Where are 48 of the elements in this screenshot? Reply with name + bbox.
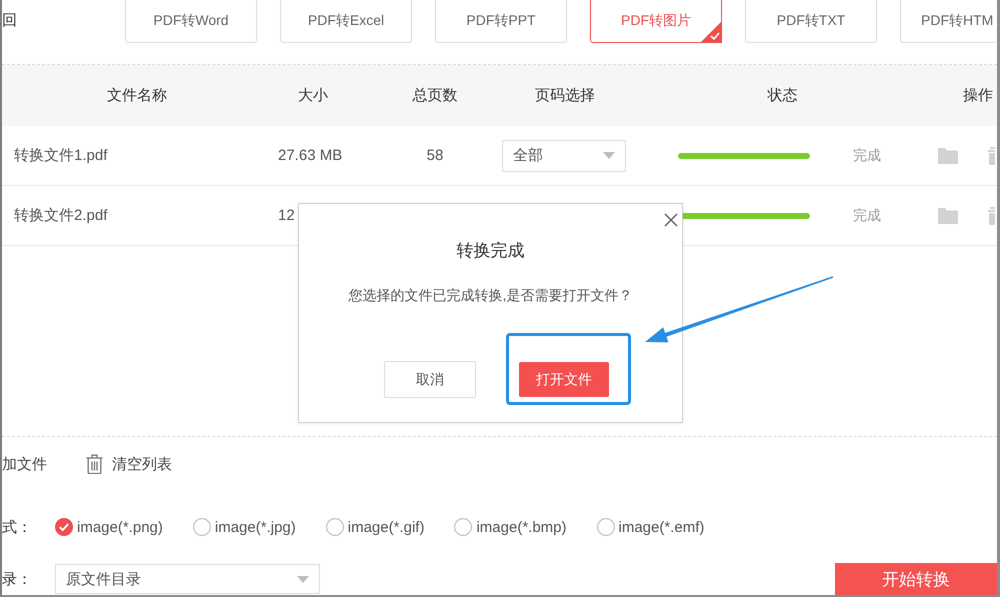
column-header: 文件名称 [107, 86, 167, 105]
status-text: 完成 [853, 146, 881, 164]
cancel-button[interactable]: 取消 [384, 361, 476, 398]
tab[interactable]: PDF转Excel [280, 0, 412, 43]
trash-icon [86, 454, 103, 474]
column-header: 大小 [298, 86, 328, 105]
file-name-cell: 转换文件1.pdf [14, 146, 108, 165]
column-header: 总页数 [412, 86, 458, 105]
column-header: 页码选择 [535, 86, 595, 105]
radio-icon[interactable] [596, 518, 614, 536]
field-label: 式： [2, 518, 30, 536]
dialog-message: 您选择的文件已完成转换,是否需要打开文件？ [348, 286, 632, 305]
radio-option[interactable]: image(*.png) [55, 518, 163, 536]
file-size-cell: 27.63 MB [278, 147, 342, 164]
folder-select[interactable]: 原文件目录 [55, 564, 320, 594]
folder-icon[interactable] [938, 148, 958, 164]
tab[interactable]: PDF转Word [125, 0, 257, 43]
radio-option[interactable]: image(*.jpg) [192, 518, 296, 536]
radio-checked-icon[interactable] [55, 518, 73, 536]
add-file-button[interactable]: 加文件 [2, 454, 47, 474]
tab[interactable]: PDF转PPT [435, 0, 567, 43]
caret-icon [603, 152, 615, 159]
file-size-cell: 12 [278, 207, 295, 224]
back-link[interactable]: 回 [2, 12, 17, 30]
radio-icon[interactable] [454, 518, 472, 536]
column-header: 操作 [963, 86, 993, 105]
corner-check-icon [700, 21, 722, 43]
tab[interactable]: PDF转图片 [590, 0, 722, 43]
tab[interactable]: PDF转TXT [745, 0, 877, 43]
radio-option[interactable]: image(*.gif) [326, 518, 424, 536]
trash-icon[interactable] [988, 146, 995, 164]
page-range-select[interactable]: 全部 [502, 140, 626, 172]
page-count-cell: 58 [426, 147, 444, 164]
radio-option[interactable]: image(*.emf) [596, 518, 704, 536]
folder-icon[interactable] [938, 208, 958, 224]
dialog-title: 转换完成 [456, 241, 524, 261]
column-header: 状态 [768, 86, 798, 105]
caret-icon [297, 576, 309, 582]
trash-icon[interactable] [988, 206, 995, 224]
tab[interactable]: PDF转HTM [900, 0, 997, 43]
close-icon[interactable] [664, 213, 678, 227]
clear-list-button[interactable]: 清空列表 [86, 454, 172, 474]
file-name-cell: 转换文件2.pdf [14, 206, 108, 225]
radio-icon[interactable] [192, 518, 211, 536]
field-label: 录： [2, 570, 30, 588]
radio-icon[interactable] [326, 518, 344, 536]
status-text: 完成 [853, 206, 881, 224]
radio-option[interactable]: image(*.bmp) [454, 518, 566, 536]
